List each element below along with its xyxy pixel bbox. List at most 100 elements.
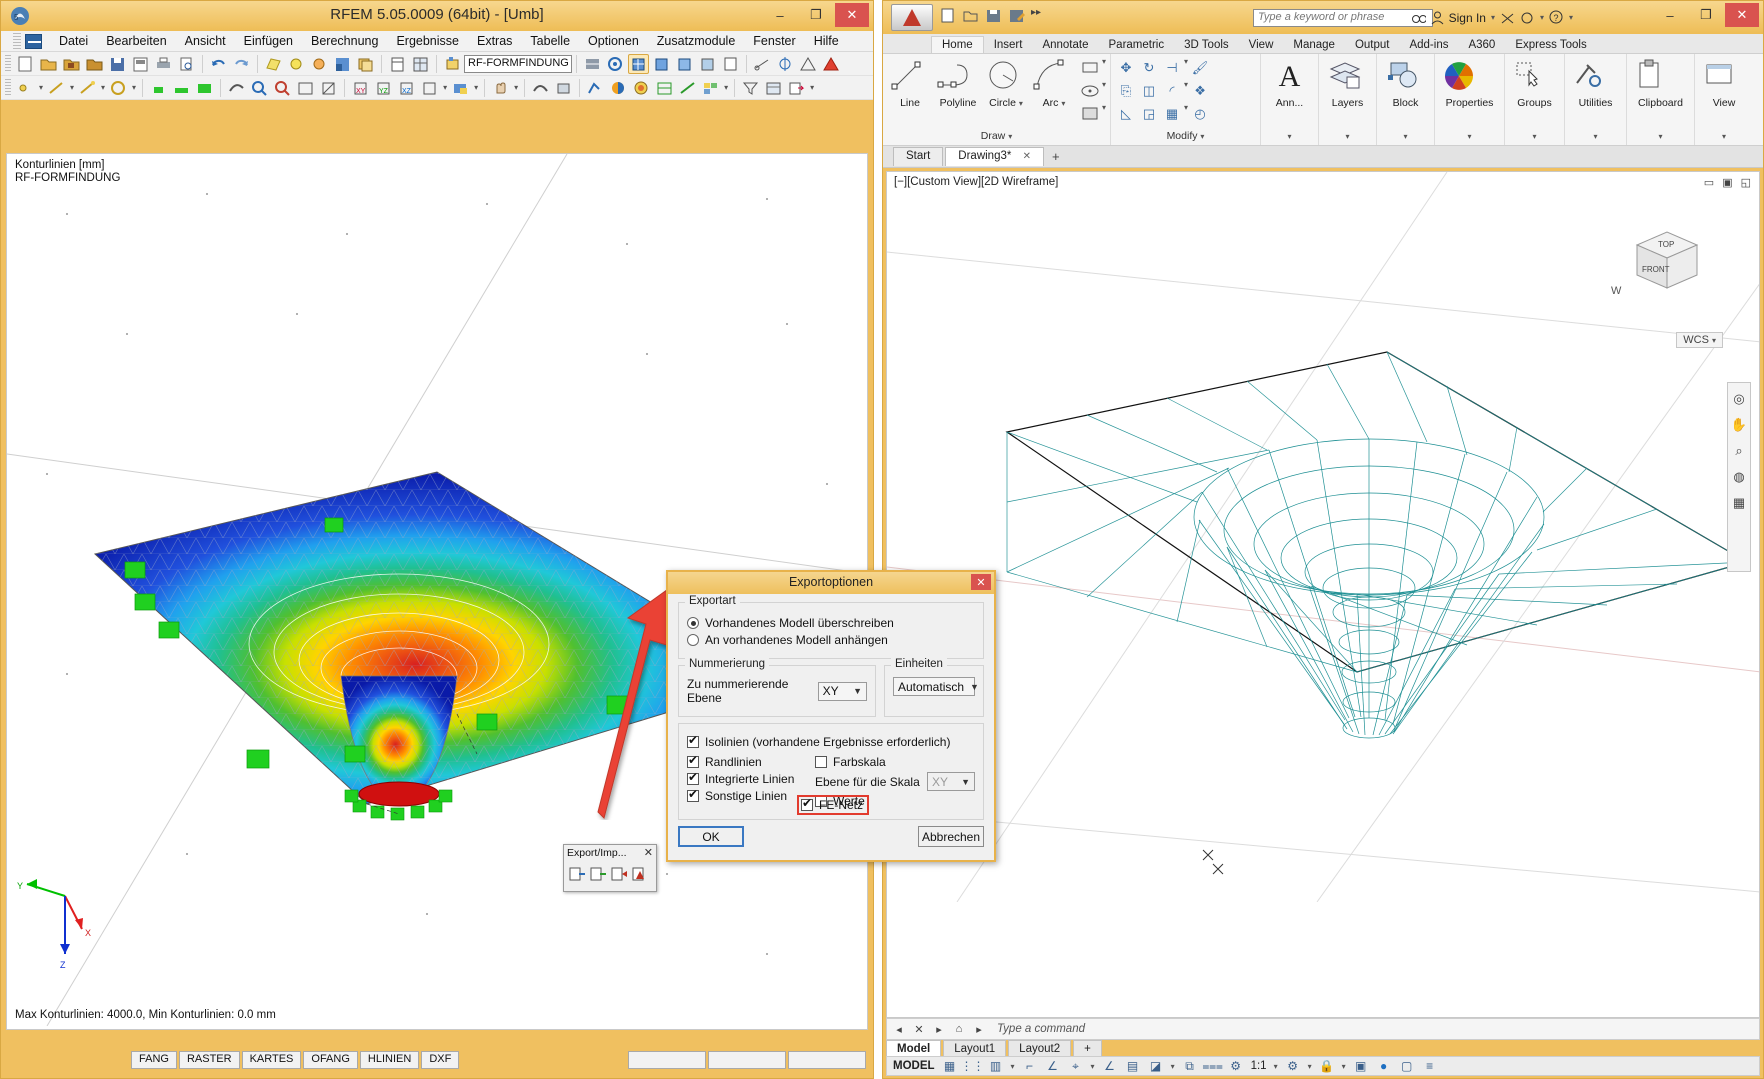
toolbar-grip-2[interactable] (5, 78, 11, 97)
clipboard-dropdown-icon[interactable]: ▾ (1658, 132, 1662, 141)
block-button[interactable]: Block (1383, 57, 1429, 109)
layout-tab-layout2[interactable]: Layout2 (1008, 1039, 1072, 1058)
export-options-dialog[interactable]: Exportoptionen ✕ Exportart Vorhandenes M… (666, 570, 996, 862)
rotate-view-icon[interactable] (226, 78, 247, 98)
radio-overwrite-row[interactable]: Vorhandenes Modell überschreiben (687, 616, 975, 630)
arc-dropdown-icon[interactable]: ▾ (1061, 99, 1065, 108)
block-expand[interactable]: ▾ (1381, 128, 1430, 142)
checkbox-integrierte-icon[interactable] (687, 770, 699, 785)
dimension-icon[interactable] (752, 54, 773, 74)
layout-tab-add[interactable]: + (1073, 1039, 1102, 1058)
ellipse-icon[interactable] (1079, 80, 1101, 102)
menu-item-einfuegen[interactable]: Einfügen (235, 32, 302, 50)
new-file-tab-button[interactable]: + (1046, 149, 1066, 164)
calculate-fe-icon[interactable] (674, 54, 695, 74)
export-dwg-icon[interactable] (609, 864, 627, 882)
result-dropdown-icon[interactable]: ▾ (722, 83, 730, 92)
navigation-bar[interactable]: ◎ ✋ ⌕ ◍ ▦ (1727, 382, 1751, 572)
grid-table-icon[interactable] (410, 54, 431, 74)
polyline-button[interactable]: Polyline (935, 57, 981, 109)
import-dxf-icon[interactable] (567, 864, 585, 882)
printout-icon[interactable] (720, 54, 741, 74)
dialog-close-button[interactable]: ✕ (971, 574, 991, 590)
menubar-grip[interactable] (13, 33, 21, 49)
tab-add-ins[interactable]: Add-ins (1399, 37, 1458, 53)
status-ofang[interactable]: OFANG (303, 1051, 358, 1069)
lock-dropdown-icon[interactable]: ▾ (1342, 1062, 1346, 1071)
scale-icon[interactable]: ◲ (1138, 103, 1160, 125)
undo-icon[interactable] (208, 54, 229, 74)
render-dropdown-icon[interactable]: ▾ (472, 83, 480, 92)
annotation-scale-value[interactable]: 1:1 (1251, 1060, 1267, 1072)
circle-dropdown-icon[interactable]: ▾ (1019, 99, 1023, 108)
member-dropdown-icon[interactable]: ▾ (99, 83, 107, 92)
properties-button[interactable]: Properties (1439, 57, 1500, 109)
result-diagram-icon[interactable] (585, 78, 606, 98)
checkbox-randlinien-row[interactable]: Randlinien (687, 753, 815, 769)
export-dxf-icon[interactable] (588, 864, 606, 882)
layers-expand[interactable]: ▾ (1323, 128, 1372, 142)
menu-item-hilfe[interactable]: Hilfe (805, 32, 848, 50)
export-import-toolbar[interactable]: Export/Imp... ✕ (563, 844, 657, 892)
line-icon[interactable] (46, 78, 67, 98)
pan-hand-icon[interactable]: ✋ (1731, 417, 1747, 433)
hand-dropdown-icon[interactable]: ▾ (512, 83, 520, 92)
status-dxf[interactable]: DXF (421, 1051, 460, 1069)
snap-mode-icon[interactable]: ⋮⋮ (961, 1059, 985, 1074)
layers-dropdown-icon[interactable]: ▾ (1345, 132, 1349, 141)
annotation-button[interactable]: A Ann... (1267, 57, 1313, 109)
tab-3d-tools[interactable]: 3D Tools (1174, 37, 1239, 53)
clipboard-button[interactable]: Clipboard (1631, 57, 1690, 109)
scale-dropdown-icon[interactable]: ▾ (1274, 1062, 1278, 1071)
lineweight-icon[interactable]: ▤ (1125, 1059, 1141, 1074)
checkbox-farbskala-row[interactable]: Farbskala (815, 755, 975, 769)
showmotion-icon[interactable]: ▦ (1733, 495, 1745, 511)
circle-button[interactable]: Circle ▾ (983, 57, 1029, 109)
fillet-icon[interactable]: ◜ (1161, 80, 1183, 102)
lock-ui-icon[interactable]: 🔒 (1319, 1059, 1335, 1074)
osnap-dropdown-icon[interactable]: ▾ (1091, 1062, 1095, 1071)
ortho-mode-icon[interactable]: ⌐ (1022, 1059, 1038, 1074)
menu-item-bearbeiten[interactable]: Bearbeiten (97, 32, 175, 50)
checkbox-farbskala-icon[interactable] (815, 756, 827, 768)
error-icon[interactable] (821, 54, 842, 74)
utilities-dropdown-icon[interactable]: ▾ (1593, 132, 1597, 141)
menu-item-extras[interactable]: Extras (468, 32, 521, 50)
modify-panel-expand-icon[interactable]: ▾ (1200, 132, 1204, 141)
member-icon[interactable] (77, 78, 98, 98)
autocad-minimize-button[interactable]: – (1653, 3, 1687, 27)
render-icon[interactable] (332, 54, 353, 74)
warning-icon[interactable] (798, 54, 819, 74)
help-dropdown-icon[interactable]: ▾ (1569, 13, 1573, 22)
rfem-close-button[interactable]: ✕ (835, 3, 869, 27)
transparency-dropdown-icon[interactable]: ▾ (1171, 1062, 1175, 1071)
toolbar-grip[interactable] (5, 54, 11, 73)
menu-item-zusatzmodule[interactable]: Zusatzmodule (648, 32, 745, 50)
numbering-plane-select[interactable]: XY ▼ (817, 681, 867, 701)
autocad-close-button[interactable]: ✕ (1725, 3, 1759, 27)
pan-icon[interactable] (318, 78, 339, 98)
command-input[interactable]: Type a command (997, 1023, 1085, 1035)
fillet-dropdown-icon[interactable]: ▾ (1184, 80, 1188, 102)
surface-create-icon[interactable] (108, 78, 129, 98)
calculate-icon[interactable] (628, 53, 649, 74)
groups-dropdown-icon[interactable]: ▾ (1532, 132, 1536, 141)
viewcube-compass[interactable]: W (1607, 278, 1641, 304)
block-dropdown-icon[interactable]: ▾ (1403, 132, 1407, 141)
view-xy-icon[interactable]: XY (350, 78, 371, 98)
line-dropdown-icon[interactable]: ▾ (68, 83, 76, 92)
new-file-icon[interactable] (15, 54, 36, 74)
open-file-icon[interactable] (38, 54, 59, 74)
settings-dropdown-icon[interactable]: ▾ (1308, 1062, 1312, 1071)
status-hlinien[interactable]: HLINIEN (359, 1051, 420, 1069)
ellipse-dropdown-icon[interactable]: ▾ (1102, 80, 1106, 102)
layers-button[interactable]: Layers (1325, 57, 1371, 109)
selection-cycling-icon[interactable]: ⧉ (1182, 1059, 1198, 1074)
radio-overwrite-icon[interactable] (687, 617, 699, 629)
command-history-icon[interactable]: ⌂ (951, 1021, 967, 1037)
mirror-icon[interactable]: ◫ (1138, 80, 1160, 102)
erase-icon[interactable]: 🖌 (1189, 57, 1211, 79)
steering-wheel-icon[interactable]: ◎ (1733, 391, 1744, 407)
properties-dropdown-icon[interactable]: ▾ (1467, 132, 1471, 141)
section-icon[interactable] (677, 78, 698, 98)
